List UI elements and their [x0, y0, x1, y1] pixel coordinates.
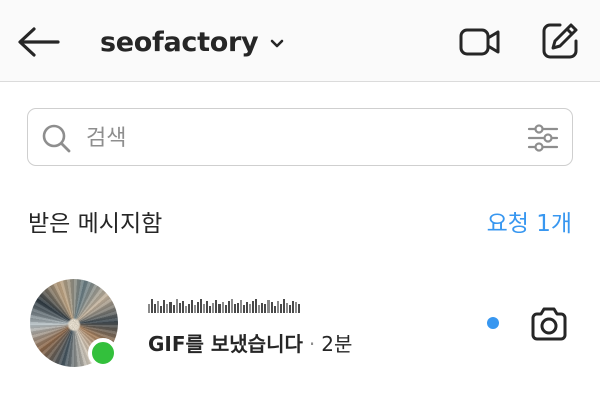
compose-icon: [542, 23, 578, 59]
message-time: 2분: [321, 332, 353, 356]
message-requests-link[interactable]: 요청 1개: [487, 204, 572, 238]
chevron-down-icon: [270, 39, 284, 49]
sliders-icon: [527, 124, 559, 152]
separator: ·: [308, 332, 316, 356]
video-camera-icon: [459, 28, 500, 56]
account-switcher[interactable]: seofactory: [100, 24, 284, 60]
message-preview: GIF를 보냈습니다 · 2분: [148, 328, 352, 357]
account-name: seofactory: [100, 26, 259, 58]
top-bar: seofactory: [0, 0, 600, 82]
search-input[interactable]: [86, 119, 506, 157]
camera-icon: [531, 307, 567, 341]
back-button[interactable]: [14, 20, 62, 64]
thread-username-obscured: [148, 296, 301, 313]
unread-indicator: [487, 317, 499, 329]
search-icon: [42, 124, 71, 153]
search-bar: [27, 108, 573, 166]
filter-button[interactable]: [526, 122, 560, 154]
online-status-dot: [88, 338, 118, 368]
new-message-button[interactable]: [536, 18, 584, 64]
thread-row[interactable]: GIF를 보냈습니다 · 2분: [0, 270, 600, 378]
inbox-title: 받은 메시지함: [28, 211, 163, 237]
video-call-button[interactable]: [456, 20, 504, 64]
message-text: GIF를 보냈습니다: [148, 332, 303, 356]
camera-button[interactable]: [526, 303, 572, 345]
arrow-left-icon: [18, 27, 60, 57]
